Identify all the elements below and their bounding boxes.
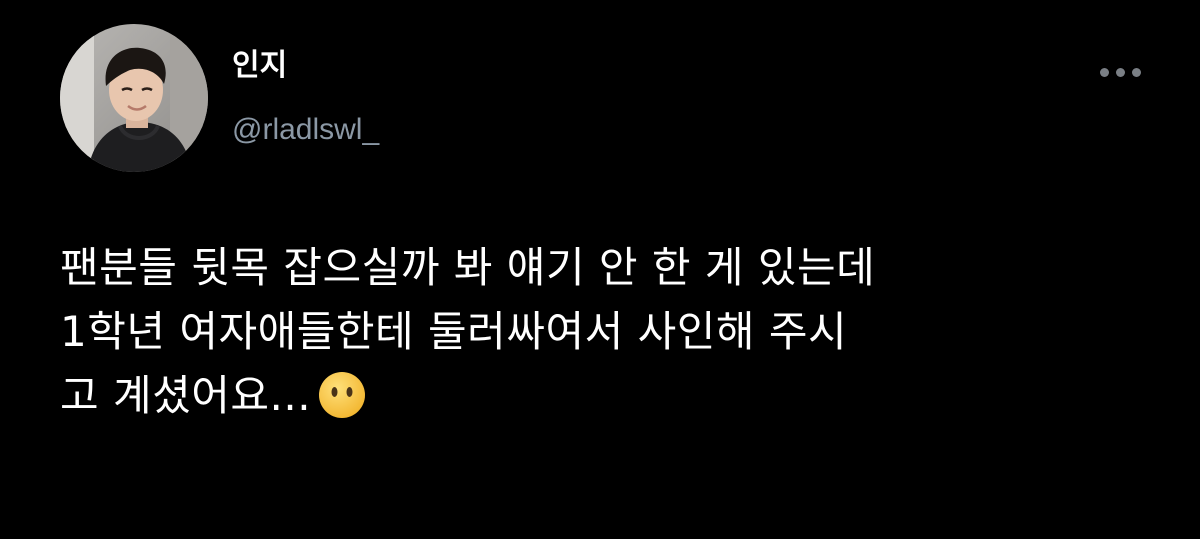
more-options-button[interactable] — [1088, 54, 1152, 90]
tweet-text-line: 1학년 여자애들한테 둘러싸여서 사인해 주시 — [60, 307, 848, 356]
more-horizontal-icon — [1099, 67, 1141, 77]
tweet-text-line-last: 고 계셨어요... — [60, 364, 1170, 438]
avatar-photo — [60, 24, 208, 172]
face-without-mouth-emoji-icon — [317, 370, 367, 438]
tweet-text-line: 고 계셨어요... — [60, 371, 312, 420]
tweet-card: 인지 @rladlswl_ 팬분들 뒷목 잡으실까 봐 얘기 안 한 게 있는데… — [0, 0, 1200, 539]
tweet-text: 팬분들 뒷목 잡으실까 봐 얘기 안 한 게 있는데 1학년 여자애들한테 둘러… — [60, 236, 1170, 438]
avatar[interactable] — [60, 24, 208, 172]
author-display-name[interactable]: 인지 — [232, 48, 287, 84]
author-handle[interactable]: @rladlswl_ — [232, 112, 379, 148]
tweet-text-line: 팬분들 뒷목 잡으실까 봐 얘기 안 한 게 있는데 — [60, 243, 876, 292]
